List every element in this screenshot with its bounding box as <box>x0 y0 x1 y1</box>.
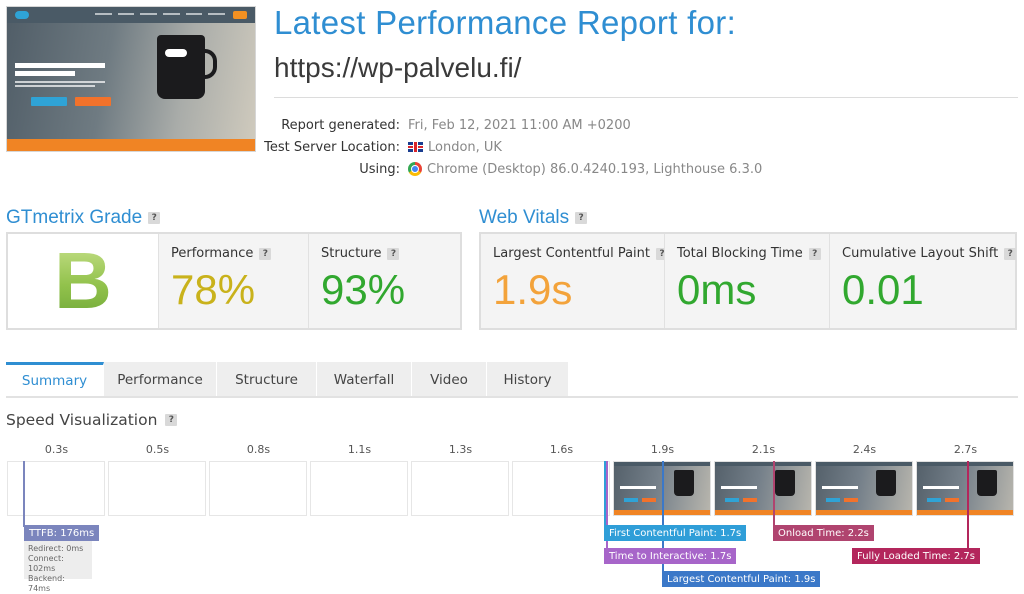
speed-visualization-title: Speed Visualization ? <box>6 411 178 429</box>
timeline-tick: 1.1s <box>347 443 372 456</box>
grade-letter: B <box>54 236 112 325</box>
cls-metric: Cumulative Layout Shift? 0.01 <box>829 234 1017 328</box>
performance-score: Performance? 78% <box>158 234 308 328</box>
thumb-cookie-bar <box>7 139 255 151</box>
help-icon[interactable]: ? <box>148 212 161 224</box>
onload-marker-line <box>773 461 775 527</box>
timeline-tick: 1.3s <box>448 443 473 456</box>
timeline-tick: 2.7s <box>953 443 978 456</box>
tab-summary[interactable]: Summary <box>6 362 104 397</box>
timeline-frame-blank[interactable] <box>310 461 408 516</box>
meta-report-generated: Report generated: Fri, Feb 12, 2021 11:0… <box>281 117 631 133</box>
thumb-cta <box>233 11 247 19</box>
onload-marker-label[interactable]: Onload Time: 2.2s <box>773 525 874 541</box>
tab-structure[interactable]: Structure <box>217 362 317 397</box>
header-divider <box>274 97 1018 98</box>
timeline-frame-screenshot[interactable] <box>916 461 1014 516</box>
timeline-tick: 1.9s <box>650 443 675 456</box>
timeline-tick: 0.8s <box>246 443 271 456</box>
tab-history[interactable]: History <box>487 362 569 397</box>
tab-waterfall[interactable]: Waterfall <box>317 362 412 397</box>
tab-video[interactable]: Video <box>412 362 487 397</box>
timeline-frame-blank[interactable] <box>209 461 307 516</box>
lcp-marker-label[interactable]: Largest Contentful Paint: 1.9s <box>662 571 821 587</box>
ttfb-breakdown: Redirect: 0ms Connect: 102ms Backend: 74… <box>24 541 92 593</box>
gtmetrix-grade-title: GTmetrix Grade ? <box>6 207 161 229</box>
timeline-frame-blank[interactable] <box>512 461 610 516</box>
fcp-marker-label[interactable]: First Contentful Paint: 1.7s <box>604 525 747 541</box>
help-icon[interactable]: ? <box>1004 247 1017 260</box>
help-icon[interactable]: ? <box>259 247 272 260</box>
timeline-frame-blank[interactable] <box>7 461 105 516</box>
thumb-mug <box>157 35 217 99</box>
tti-marker-label[interactable]: Time to Interactive: 1.7s <box>604 548 737 564</box>
site-screenshot-thumbnail[interactable] <box>6 6 256 152</box>
fully-loaded-marker-line <box>967 461 969 549</box>
thumb-nav-links <box>95 13 226 16</box>
ttfb-marker-line <box>23 461 25 527</box>
grade-cell: B <box>8 234 158 328</box>
tab-performance[interactable]: Performance <box>104 362 217 397</box>
help-icon[interactable]: ? <box>387 247 400 260</box>
meta-server-location: Test Server Location: London, UK <box>264 139 502 155</box>
help-icon[interactable]: ? <box>808 247 821 260</box>
web-vitals-title: Web Vitals ? <box>479 207 588 229</box>
web-vitals-panel: Largest Contentful Paint? 1.9s Total Blo… <box>479 232 1017 330</box>
chrome-icon <box>408 162 422 176</box>
report-meta: Report generated: Fri, Feb 12, 2021 11:0… <box>230 114 762 180</box>
gtmetrix-grade-panel: B Performance? 78% Structure? 93% <box>6 232 462 330</box>
lcp-metric: Largest Contentful Paint? 1.9s <box>481 234 669 328</box>
help-icon[interactable]: ? <box>165 414 178 426</box>
uk-flag-icon <box>408 142 423 152</box>
timeline-frame-blank[interactable] <box>108 461 206 516</box>
timeline-frame-screenshot[interactable] <box>815 461 913 516</box>
help-icon[interactable]: ? <box>575 212 588 224</box>
report-title: Latest Performance Report for: <box>274 4 737 41</box>
fully-loaded-marker-label[interactable]: Fully Loaded Time: 2.7s <box>852 548 980 564</box>
tbt-metric: Total Blocking Time? 0ms <box>664 234 829 328</box>
thumb-logo <box>15 11 29 19</box>
structure-score: Structure? 93% <box>308 234 460 328</box>
tabs-divider <box>6 396 1018 398</box>
timeline-tick: 2.4s <box>852 443 877 456</box>
timeline-tick: 1.6s <box>549 443 574 456</box>
timeline-tick: 0.3s <box>44 443 69 456</box>
timeline-frame-screenshot[interactable] <box>714 461 812 516</box>
timeline-tick: 2.1s <box>751 443 776 456</box>
report-url[interactable]: https://wp-palvelu.fi/ <box>274 52 521 84</box>
report-tabs: Summary Performance Structure Waterfall … <box>6 362 569 397</box>
ttfb-marker-label[interactable]: TTFB: 176ms <box>24 525 100 541</box>
timeline-tick: 0.5s <box>145 443 170 456</box>
timeline-frame-blank[interactable] <box>411 461 509 516</box>
meta-using: Using: Chrome (Desktop) 86.0.4240.193, L… <box>359 161 763 177</box>
